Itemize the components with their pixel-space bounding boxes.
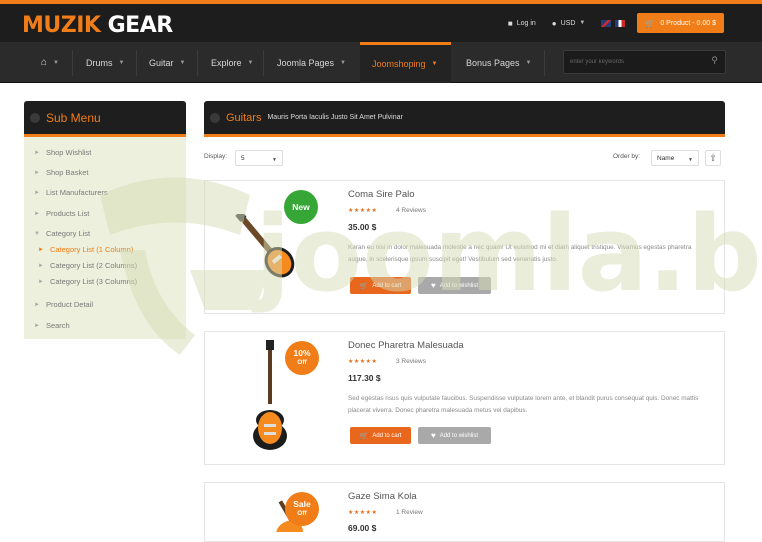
add-to-wishlist-button[interactable]: ♥ Add to wishlist [418,277,491,294]
chevron-right-icon: ► [38,262,44,269]
uk-flag-icon[interactable] [601,19,612,27]
product-image[interactable] [228,214,308,280]
category-header: Guitars Mauris Porta Iaculis Justo Sit A… [204,101,725,137]
new-badge: New [284,190,318,224]
side-item-category-list-1-column[interactable]: ► Category List (1 Column) [38,245,133,254]
chevron-right-icon: ► [34,149,40,156]
nav-divider [136,50,137,76]
display-select[interactable]: 5 ▼ [235,150,283,166]
product-name[interactable]: Donec Pharetra Malesuada [348,340,464,351]
add-to-cart-button[interactable]: 🛒 Add to cart [350,427,411,444]
nav-divider [263,50,264,76]
sort-direction-button[interactable]: ⇧ [705,150,721,166]
side-item-list-manufacturers[interactable]: ► List Manufacturers [34,188,108,197]
chevron-down-icon: ▼ [53,59,59,66]
header-tools: ■ Log in ● USD ▼ 🛒 0 Product - 0.00 $ [508,4,762,42]
sort-up-icon: ⇧ [709,152,717,163]
order-by-label: Order by: [613,153,641,160]
language-switcher [601,19,629,27]
fr-flag-icon[interactable] [615,19,626,27]
headphones-icon [30,112,40,123]
nav-divider [197,50,198,76]
site-header: MUZIK GEAR ■ Log in ● USD ▼ 🛒 0 Product - 0.… [0,4,762,42]
product-description: Karan eu nisi in dolor malesuada molesti… [348,244,692,263]
heart-icon: ♥ [430,281,436,290]
review-count[interactable]: 4 Reviews [396,207,426,214]
rating-stars: ★★★★★ [348,208,378,214]
search-icon[interactable]: ⚲ [711,55,718,66]
nav-divider [544,50,545,76]
site-logo[interactable]: MUZIK GEAR [22,14,173,38]
product-description: Sed egestas risus quis vulputate faucibu… [348,395,699,414]
currency-select[interactable]: ● USD ▼ [552,19,586,28]
review-count[interactable]: 3 Reviews [396,358,426,365]
display-label: Display: [204,153,228,160]
home-icon: ⌂ [41,57,48,68]
side-item-products-list[interactable]: ► Products List [34,209,89,218]
chevron-right-icon: ► [38,278,44,285]
nav-home[interactable]: ⌂ ▼ [34,42,66,83]
chevron-right-icon: ► [34,301,40,308]
chevron-down-icon: ▼ [179,59,186,66]
add-to-cart-button[interactable]: 🛒 Add to cart [350,277,411,294]
chevron-down-icon: ▼ [272,157,277,163]
nav-guitar[interactable]: Guitar ▼ [149,42,185,83]
side-item-search[interactable]: ► Search [34,321,70,330]
product-name[interactable]: Gaze Sima Kola [348,491,417,502]
chevron-right-icon: ► [34,322,40,329]
sub-menu-header: Sub Menu [24,101,186,137]
chevron-right-icon: ▼ [34,230,40,237]
order-by-select[interactable]: Name ▼ [651,150,699,166]
chevron-right-icon: ► [34,210,40,217]
chevron-down-icon: ▼ [579,20,586,26]
discount-badge: 10% Off [285,341,319,375]
review-count[interactable]: 1 Review [396,509,423,516]
side-item-product-detail[interactable]: ► Product Detail [34,300,93,309]
chevron-right-icon: ► [34,189,40,196]
side-item-shop-basket[interactable]: ► Shop Basket [34,168,88,177]
cart-icon: 🛒 [359,432,369,440]
search-input[interactable] [564,51,704,73]
add-to-wishlist-button[interactable]: ♥ Add to wishlist [418,427,491,444]
side-item-category-list-2-columns[interactable]: ► Category List (2 Columns) [38,261,137,270]
sale-badge: Sale Off [285,492,319,526]
chevron-down-icon: ▼ [525,59,532,66]
product-name[interactable]: Coma Sire Palo [348,189,415,200]
nav-bonus-pages[interactable]: Bonus Pages ▼ [466,42,532,83]
side-item-shop-wishlist[interactable]: ► Shop Wishlist [34,148,91,157]
side-item-category-list[interactable]: ▼ Category List [34,229,90,238]
nav-joomshoping[interactable]: Joomshoping ▼ [360,42,451,83]
rating-stars: ★★★★★ [348,510,378,516]
rating-stars: ★★★★★ [348,359,378,365]
chevron-down-icon: ▼ [431,61,438,67]
cart-icon: 🛒 [359,282,369,290]
nav-explore[interactable]: Explore ▼ [211,42,253,83]
sub-menu-title: Sub Menu [46,110,101,125]
nav-joomla-pages[interactable]: Joomla Pages ▼ [277,42,346,83]
category-subtitle: Mauris Porta Iaculis Justo Sit Amet Pulv… [267,114,403,121]
login-link[interactable]: ■ Log in [508,19,536,28]
headphones-icon [210,112,220,123]
side-item-category-list-3-columns[interactable]: ► Category List (3 Columns) [38,277,137,286]
nav-divider [72,50,73,76]
chevron-down-icon: ▼ [340,59,346,66]
heart-icon: ♥ [430,431,436,440]
product-price: 117.30 $ [348,373,381,383]
mini-cart-button[interactable]: 🛒 0 Product - 0.00 $ [637,13,724,33]
chevron-right-icon: ► [38,246,44,253]
product-price: 35.00 $ [348,222,377,232]
chevron-down-icon: ▼ [247,59,254,66]
category-title: Guitars [226,111,262,124]
product-image[interactable] [250,340,290,454]
user-icon: ■ [507,18,513,28]
sub-menu-panel: Sub Menu ► Shop Wishlist ► Shop Basket ► Li… [24,101,186,339]
site-search: ⚲ [563,50,726,74]
chevron-right-icon: ► [34,169,40,176]
chevron-down-icon: ▼ [118,59,125,66]
money-bag-icon: ● [551,18,557,28]
nav-drums[interactable]: Drums ▼ [86,42,124,83]
chevron-down-icon: ▼ [688,157,693,163]
cart-icon: 🛒 [645,18,656,28]
